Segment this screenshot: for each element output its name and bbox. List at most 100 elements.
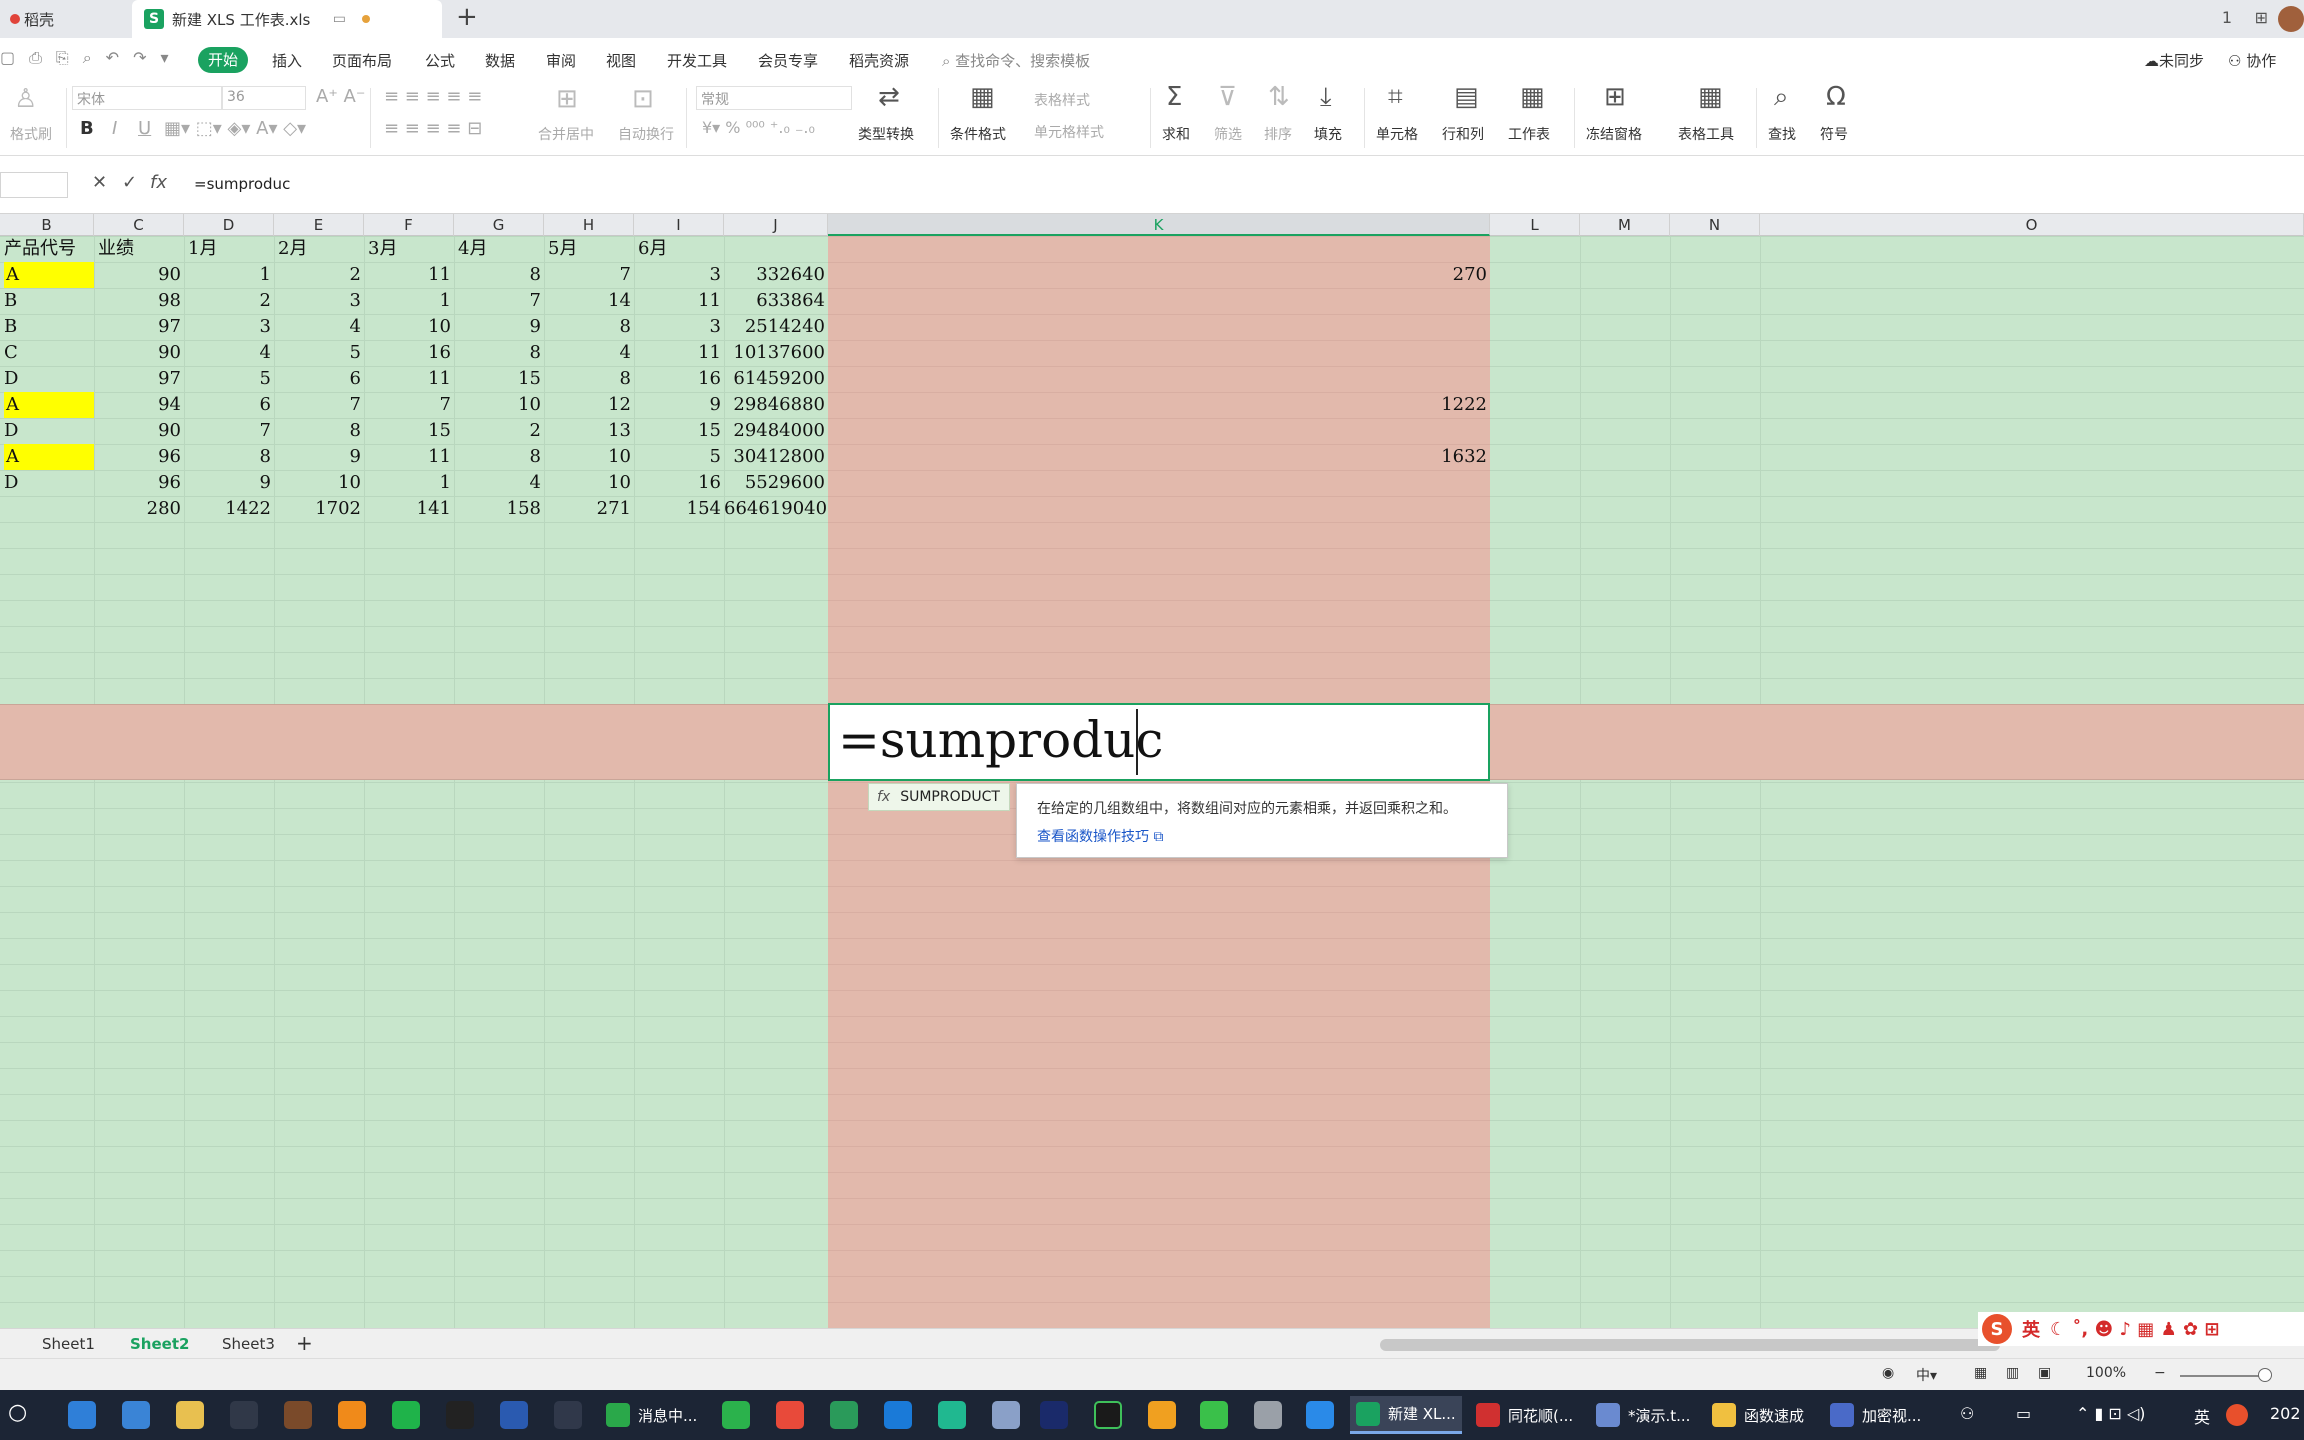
ime-tools-icons[interactable]: ☾ ˚, ☻ ♪ ▦ ♟ ✿ ⊞ (2050, 1319, 2219, 1340)
value-cell[interactable]: 29484000 (724, 418, 828, 444)
value-cell[interactable]: 1 (364, 288, 454, 314)
header-cell[interactable]: 5月 (548, 236, 634, 262)
header-cell[interactable]: 业绩 (98, 236, 184, 262)
value-cell[interactable]: 5 (184, 366, 274, 392)
taskbar-app-demo[interactable]: *演示.t... (1590, 1396, 1702, 1434)
product-code-cell[interactable]: B (4, 314, 94, 340)
value-cell[interactable]: 8 (544, 366, 634, 392)
add-sheet-button[interactable]: + (296, 1331, 313, 1355)
header-cell[interactable]: 4月 (458, 236, 544, 262)
tab-daoke[interactable]: 稻壳 (0, 0, 128, 38)
value-cell[interactable]: 96 (94, 470, 184, 496)
cn-input-icon[interactable]: 中▾ (1916, 1365, 1937, 1385)
mail-icon[interactable] (122, 1401, 150, 1429)
sheet-tab-1[interactable]: Sheet1 (42, 1335, 95, 1353)
col-header-l[interactable]: L (1490, 214, 1580, 236)
value-cell[interactable]: 30412800 (724, 444, 828, 470)
col-header-g[interactable]: G (454, 214, 544, 236)
edge-icon[interactable] (884, 1401, 912, 1429)
autocomplete-item[interactable]: fx SUMPRODUCT (868, 783, 1010, 811)
value-cell[interactable]: 2514240 (724, 314, 828, 340)
zoom-slider-knob[interactable] (2258, 1368, 2272, 1382)
value-cell[interactable]: 16 (364, 340, 454, 366)
zoom-slider[interactable] (2180, 1375, 2270, 1377)
menu-start[interactable]: 开始 (198, 47, 249, 73)
align-left-icons[interactable]: ≡ ≡ ≡ ≡ ⊟ (384, 118, 482, 139)
value-cell[interactable]: 7 (454, 288, 544, 314)
value-cell[interactable]: 7 (184, 418, 274, 444)
value-cell[interactable]: 8 (184, 444, 274, 470)
value-cell[interactable]: 15 (454, 366, 544, 392)
value-cell[interactable]: 5 (274, 340, 364, 366)
screen-icon[interactable]: ▭ (2016, 1404, 2031, 1423)
value-cell[interactable]: 2 (274, 262, 364, 288)
table-tools-button[interactable]: 表格工具 (1678, 124, 1734, 144)
confirm-icon[interactable]: ✓ (122, 172, 137, 193)
qq-icon[interactable] (446, 1401, 474, 1429)
start-search-icon[interactable]: ○ (8, 1400, 27, 1425)
table-style-button[interactable]: 表格样式 (1034, 90, 1090, 110)
avatar[interactable] (2278, 6, 2304, 32)
tooltip-link[interactable]: 查看函数操作技巧 ⧉ (1037, 826, 1163, 846)
total-cell[interactable]: 280 (94, 496, 184, 522)
merge-center-button[interactable]: 合并居中 (538, 124, 594, 144)
font-name-select[interactable]: 宋体 (72, 86, 222, 110)
header-cell[interactable]: 3月 (368, 236, 454, 262)
number-format-select[interactable]: 常规 (696, 86, 852, 110)
value-cell[interactable]: 61459200 (724, 366, 828, 392)
value-cell[interactable]: 7 (544, 262, 634, 288)
total-cell[interactable] (828, 496, 1490, 522)
davinci-icon[interactable] (554, 1401, 582, 1429)
ime-lang-label[interactable]: 英 (2022, 1316, 2040, 1342)
col-header-j[interactable]: J (724, 214, 828, 236)
value-cell[interactable]: 1222 (828, 392, 1490, 418)
browser-icon[interactable] (830, 1401, 858, 1429)
sync-status[interactable]: ☁未同步 (2144, 50, 2204, 71)
find-button[interactable]: 查找 (1768, 124, 1796, 144)
value-cell[interactable]: 6 (184, 392, 274, 418)
value-cell[interactable]: 94 (94, 392, 184, 418)
freeze-button[interactable]: 冻结窗格 (1586, 124, 1642, 144)
new-tab-button[interactable]: + (456, 2, 478, 32)
menu-daoke-resources[interactable]: 稻壳资源 (849, 50, 909, 71)
name-box[interactable] (0, 172, 68, 198)
value-cell[interactable]: 90 (94, 262, 184, 288)
product-code-cell[interactable]: D (4, 366, 94, 392)
value-cell[interactable]: 332640 (724, 262, 828, 288)
tray-overflow-icon[interactable]: ⌃ ▮ ⊡ ◁) (2076, 1404, 2145, 1423)
taskbar-app-messages[interactable]: 消息中... (600, 1396, 700, 1434)
sogou-logo-icon[interactable]: S (1982, 1314, 2012, 1344)
value-cell[interactable]: 15 (364, 418, 454, 444)
value-cell[interactable]: 9 (634, 392, 724, 418)
value-cell[interactable]: 90 (94, 340, 184, 366)
cell-style-button[interactable]: 单元格样式 (1034, 122, 1104, 142)
header-cell[interactable]: 1月 (188, 236, 274, 262)
product-code-cell[interactable]: D (4, 470, 94, 496)
total-cell[interactable] (0, 496, 94, 522)
col-header-f[interactable]: F (364, 214, 454, 236)
sogou-tray-icon[interactable] (2226, 1404, 2248, 1426)
col-header-e[interactable]: E (274, 214, 364, 236)
active-cell-editor[interactable]: =sumproduc (828, 703, 1490, 781)
search-app-icon[interactable] (338, 1401, 366, 1429)
value-cell[interactable]: 3 (274, 288, 364, 314)
worksheet-button[interactable]: 工作表 (1508, 124, 1550, 144)
taskbar-app-functions[interactable]: 函数速成 (1706, 1396, 1818, 1434)
value-cell[interactable]: 13 (544, 418, 634, 444)
tray-lang[interactable]: 英 (2194, 1404, 2210, 1428)
sum-button[interactable]: 求和 (1162, 124, 1190, 144)
col-header-h[interactable]: H (544, 214, 634, 236)
value-cell[interactable]: 7 (364, 392, 454, 418)
media-icon[interactable] (284, 1401, 312, 1429)
terminal-icon[interactable] (500, 1401, 528, 1429)
value-cell[interactable]: 3 (634, 262, 724, 288)
col-header-m[interactable]: M (1580, 214, 1670, 236)
value-cell[interactable]: 8 (544, 314, 634, 340)
game-icon[interactable] (230, 1401, 258, 1429)
col-header-o[interactable]: O (1760, 214, 2304, 236)
value-cell[interactable]: 5529600 (724, 470, 828, 496)
zoom-level[interactable]: 100% (2086, 1365, 2126, 1381)
value-cell[interactable] (828, 314, 1490, 340)
border-icon[interactable]: ▦▾ ⬚▾ ◈▾ A▾ ◇▾ (164, 118, 306, 139)
page-break-view-icon[interactable]: ▣ (2038, 1365, 2051, 1381)
